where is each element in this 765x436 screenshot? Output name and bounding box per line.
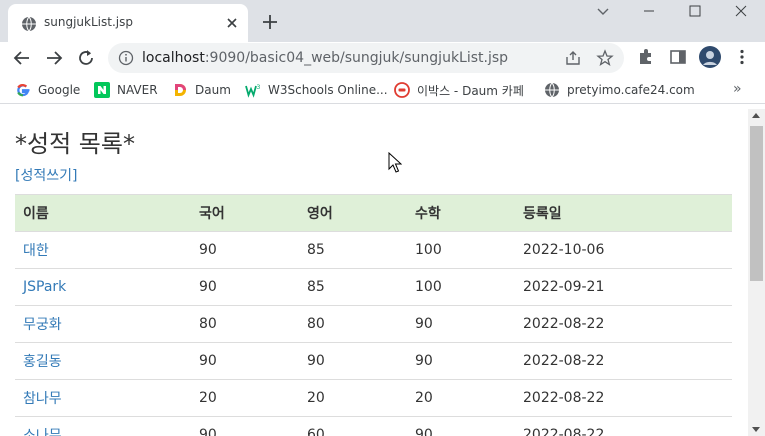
table-cell: 2022-08-22	[515, 379, 732, 417]
back-icon[interactable]	[10, 46, 34, 70]
table-cell: 60	[299, 416, 407, 436]
mouse-cursor-icon	[388, 152, 402, 173]
forward-icon[interactable]	[42, 46, 66, 70]
table-cell: 85	[299, 268, 407, 306]
menu-icon[interactable]	[732, 47, 752, 67]
table-cell: 90	[407, 342, 515, 380]
bookmark-label: W3Schools Online...	[268, 83, 388, 97]
table-row: JSPark 90 85 100 2022-09-21	[15, 268, 732, 306]
google-icon	[17, 84, 30, 97]
maximize-icon[interactable]	[672, 0, 718, 30]
new-tab-icon[interactable]	[258, 10, 282, 34]
w3schools-icon: 3	[245, 84, 261, 98]
table-body: 대한 90 85 100 2022-10-06 JSPark 90 85 100 2022-09-…	[15, 231, 732, 436]
grade-table: 이름 국어 영어 수학 등록일 대한 90 85 100 2022-10-06 JSPar…	[15, 194, 732, 436]
table-cell: 90	[191, 342, 299, 380]
browser-toolbar: localhost:9090/basic04_web/sungjuk/sungj…	[0, 42, 765, 74]
bookmark-label: pretyimo.cafe24.com	[567, 83, 695, 97]
bookmark-label: NAVER	[117, 83, 158, 97]
table-row: 대한 90 85 100 2022-10-06	[15, 231, 732, 269]
table-row: 홍길동 90 90 90 2022-08-22	[15, 342, 732, 380]
table-row: 무궁화 80 80 90 2022-08-22	[15, 305, 732, 343]
table-cell: 2022-10-06	[515, 231, 732, 269]
globe-icon	[22, 16, 36, 32]
url-host: localhost	[142, 50, 205, 66]
student-name-link[interactable]: 소나무	[15, 416, 191, 436]
vertical-scrollbar[interactable]	[748, 109, 765, 436]
table-cell: 85	[299, 231, 407, 269]
bookmark-label: 이박스 - Daum 카페	[417, 83, 524, 98]
bookmark-label: Google	[38, 83, 81, 97]
side-panel-icon[interactable]	[668, 47, 688, 67]
table-cell: 90	[407, 416, 515, 436]
profile-avatar[interactable]	[699, 46, 721, 68]
scroll-down-arrow-icon[interactable]	[752, 427, 760, 432]
bookmark-daum-cafe[interactable]: 이박스 - Daum 카페	[394, 80, 524, 100]
address-bar[interactable]: localhost:9090/basic04_web/sungjuk/sungj…	[108, 43, 624, 73]
bookmark-daum[interactable]: Daum	[172, 80, 231, 100]
svg-text:3: 3	[257, 84, 261, 91]
naver-icon	[94, 82, 110, 98]
globe-icon	[545, 82, 559, 98]
column-header-korean: 국어	[191, 194, 299, 232]
table-cell: 2022-08-22	[515, 342, 732, 380]
url-path: :9090/basic04_web/sungjuk/sungjukList.js…	[204, 50, 509, 66]
window-close-icon[interactable]	[718, 0, 764, 30]
table-header-row: 이름 국어 영어 수학 등록일	[15, 194, 732, 232]
page-title: *성적 목록*	[15, 130, 135, 158]
bookmark-label: Daum	[195, 83, 231, 97]
table-cell: 90	[299, 342, 407, 380]
page-viewport: *성적 목록* [성적쓰기] 이름 국어 영어 수학 등록일 대한 90 85 100…	[0, 109, 748, 436]
table-cell: 90	[191, 416, 299, 436]
write-grade-link[interactable]: [성적쓰기]	[15, 165, 77, 185]
column-header-name: 이름	[15, 194, 191, 232]
table-cell: 90	[191, 231, 299, 269]
tab-active[interactable]: sungjukList.jsp	[8, 4, 248, 42]
tab-search-icon[interactable]	[580, 0, 626, 30]
student-name-link[interactable]: 참나무	[15, 379, 191, 417]
table-cell: 90	[191, 268, 299, 306]
bookmark-star-icon[interactable]	[596, 49, 614, 67]
column-header-date: 등록일	[515, 194, 732, 232]
bookmark-google[interactable]: Google	[15, 80, 80, 100]
extensions-icon[interactable]	[636, 47, 656, 67]
student-name-link[interactable]: 무궁화	[15, 305, 191, 343]
student-name-link[interactable]: 대한	[15, 231, 191, 269]
bookmarks-bar: Google NAVER Daum 3 W3Schools Online... …	[0, 76, 765, 104]
daum-icon	[175, 84, 186, 96]
url-text: localhost:9090/basic04_web/sungjuk/sungj…	[142, 50, 508, 66]
info-icon[interactable]	[118, 50, 134, 66]
table-cell: 20	[191, 379, 299, 417]
student-name-link[interactable]: JSPark	[15, 268, 191, 306]
table-cell: 100	[407, 231, 515, 269]
table-cell: 80	[191, 305, 299, 343]
close-icon[interactable]	[222, 13, 242, 33]
bookmark-pretyimo[interactable]: pretyimo.cafe24.com	[544, 80, 695, 100]
column-header-english: 영어	[299, 194, 407, 232]
tab-title: sungjukList.jsp	[44, 15, 133, 29]
table-row: 참나무 20 20 20 2022-08-22	[15, 379, 732, 417]
minimize-icon[interactable]	[626, 0, 672, 30]
table-cell: 100	[407, 268, 515, 306]
table-row: 소나무 90 60 90 2022-08-22	[15, 416, 732, 436]
table-cell: 2022-09-21	[515, 268, 732, 306]
bookmark-w3schools[interactable]: 3 W3Schools Online...	[245, 80, 388, 100]
table-cell: 2022-08-22	[515, 416, 732, 436]
table-cell: 20	[299, 379, 407, 417]
bookmarks-overflow-button[interactable]: »	[733, 81, 742, 97]
student-name-link[interactable]: 홍길동	[15, 342, 191, 380]
scroll-thumb[interactable]	[750, 126, 763, 281]
scroll-up-arrow-icon[interactable]	[752, 113, 760, 118]
table-cell: 90	[407, 305, 515, 343]
table-cell: 2022-08-22	[515, 305, 732, 343]
table-cell: 20	[407, 379, 515, 417]
column-header-math: 수학	[407, 194, 515, 232]
tab-strip: sungjukList.jsp	[0, 0, 765, 42]
table-cell: 80	[299, 305, 407, 343]
daum-cafe-icon	[394, 82, 410, 98]
reload-icon[interactable]	[74, 46, 98, 70]
bookmark-naver[interactable]: NAVER	[94, 80, 158, 100]
share-icon[interactable]	[564, 49, 582, 67]
